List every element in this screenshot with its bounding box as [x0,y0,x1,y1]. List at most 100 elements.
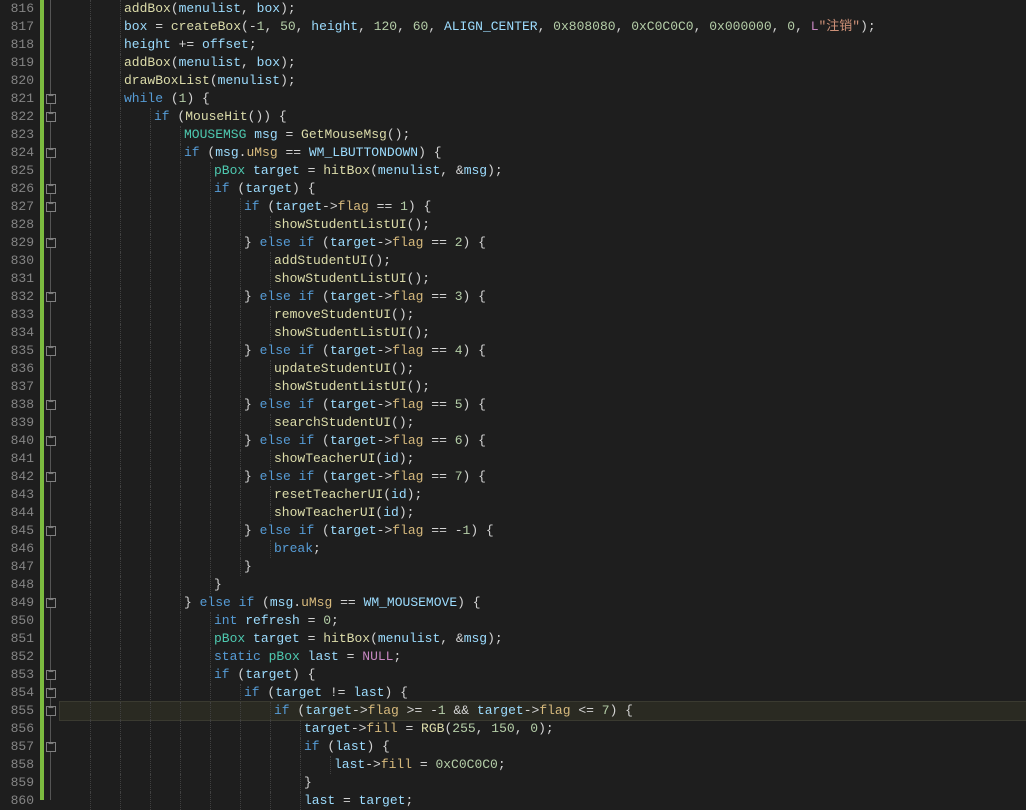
code-line[interactable]: showStudentListUI(); [60,270,1026,288]
code-line[interactable]: updateStudentUI(); [60,360,1026,378]
token-kw: if [299,469,315,484]
code-line[interactable]: if (target->flag == 1) { [60,198,1026,216]
fold-toggle-icon[interactable] [44,144,58,162]
token-op: = [300,163,323,178]
code-line[interactable]: if (target != last) { [60,684,1026,702]
token-fn: showStudentListUI [274,379,407,394]
code-line[interactable]: searchStudentUI(); [60,414,1026,432]
code-text: } [60,559,252,574]
code-line[interactable]: } else if (target->flag == 5) { [60,396,1026,414]
token-va: offset [202,37,249,52]
code-line[interactable]: if (msg.uMsg == WM_LBUTTONDOWN) { [60,144,1026,162]
token-op [291,469,299,484]
code-line[interactable]: target->fill = RGB(255, 150, 0); [60,720,1026,738]
token-op: ); [407,487,423,502]
code-text: } else if (target->flag == 4) { [60,343,486,358]
token-op: ( [170,109,186,124]
code-text: last = target; [60,793,413,808]
code-line[interactable]: height += offset; [60,36,1026,54]
code-line[interactable]: } [60,576,1026,594]
token-op: == [424,235,455,250]
code-text: showStudentListUI(); [60,217,430,232]
token-fn: MouseHit [185,109,247,124]
fold-guide [44,450,58,468]
code-line[interactable]: drawBoxList(menulist); [60,72,1026,90]
fold-toggle-icon[interactable] [44,432,58,450]
token-op: ) { [366,739,389,754]
token-op: ( [260,199,276,214]
code-line[interactable]: static pBox last = NULL; [60,648,1026,666]
code-line[interactable]: } [60,558,1026,576]
token-op: , [241,1,257,16]
code-line[interactable]: break; [60,540,1026,558]
fold-toggle-icon[interactable] [44,90,58,108]
code-line[interactable]: if (MouseHit()) { [60,108,1026,126]
code-line[interactable]: box = createBox(-1, 50, height, 120, 60,… [60,18,1026,36]
code-line[interactable]: while (1) { [60,90,1026,108]
fold-toggle-icon[interactable] [44,522,58,540]
fold-toggle-icon[interactable] [44,684,58,702]
code-line[interactable]: if (last) { [60,738,1026,756]
code-line[interactable]: addStudentUI(); [60,252,1026,270]
token-op: = [300,613,323,628]
code-line[interactable]: } else if (target->flag == 7) { [60,468,1026,486]
fold-toggle-icon[interactable] [44,666,58,684]
code-line[interactable]: if (target->flag >= -1 && target->flag <… [60,702,1026,720]
code-line[interactable]: showStudentListUI(); [60,378,1026,396]
code-editor[interactable]: 8168178188198208218228238248258268278288… [0,0,1026,800]
code-line[interactable]: } else if (target->flag == 2) { [60,234,1026,252]
code-line[interactable]: last = target; [60,792,1026,810]
code-line[interactable]: addBox(menulist, box); [60,0,1026,18]
fold-toggle-icon[interactable] [44,288,58,306]
code-line[interactable]: } else if (target->flag == 4) { [60,342,1026,360]
token-op: ; [498,757,506,772]
line-number: 850 [10,612,34,630]
code-line[interactable]: resetTeacherUI(id); [60,486,1026,504]
fold-gutter[interactable] [44,0,58,800]
fold-toggle-icon[interactable] [44,234,58,252]
token-op: (); [391,415,414,430]
token-va: id [391,487,407,502]
token-op: , [616,19,632,34]
code-line[interactable]: } [60,774,1026,792]
fold-toggle-icon[interactable] [44,198,58,216]
code-line[interactable]: addBox(menulist, box); [60,54,1026,72]
fold-toggle-icon[interactable] [44,180,58,198]
fold-guide [44,252,58,270]
fold-toggle-icon[interactable] [44,468,58,486]
code-area[interactable]: addBox(menulist, box);box = createBox(-1… [58,0,1026,800]
fold-toggle-icon[interactable] [44,594,58,612]
code-line[interactable]: showStudentListUI(); [60,324,1026,342]
token-op: -> [377,469,393,484]
code-line[interactable]: if (target) { [60,666,1026,684]
fold-toggle-icon[interactable] [44,738,58,756]
code-line[interactable]: int refresh = 0; [60,612,1026,630]
token-kw: if [299,235,315,250]
token-nu: 2 [455,235,463,250]
code-line[interactable]: } else if (target->flag == 6) { [60,432,1026,450]
code-line[interactable]: MOUSEMSG msg = GetMouseMsg(); [60,126,1026,144]
code-line[interactable]: showTeacherUI(id); [60,504,1026,522]
code-line[interactable]: showTeacherUI(id); [60,450,1026,468]
code-line[interactable]: } else if (target->flag == -1) { [60,522,1026,540]
token-ty: MOUSEMSG [184,127,246,142]
line-number: 817 [10,18,34,36]
line-number: 852 [10,648,34,666]
code-line[interactable]: pBox target = hitBox(menulist, &msg); [60,630,1026,648]
token-kw: if [244,685,260,700]
fold-toggle-icon[interactable] [44,702,58,720]
code-line[interactable]: removeStudentUI(); [60,306,1026,324]
code-line[interactable]: if (target) { [60,180,1026,198]
code-line[interactable]: showStudentListUI(); [60,216,1026,234]
code-line[interactable]: last->fill = 0xC0C0C0; [60,756,1026,774]
code-text: height += offset; [60,37,257,52]
fold-guide [44,306,58,324]
code-line[interactable]: } else if (target->flag == 3) { [60,288,1026,306]
token-op [291,343,299,358]
code-line[interactable]: pBox target = hitBox(menulist, &msg); [60,162,1026,180]
code-line[interactable]: } else if (msg.uMsg == WM_MOUSEMOVE) { [60,594,1026,612]
fold-toggle-icon[interactable] [44,108,58,126]
code-text: searchStudentUI(); [60,415,414,430]
fold-toggle-icon[interactable] [44,342,58,360]
fold-toggle-icon[interactable] [44,396,58,414]
